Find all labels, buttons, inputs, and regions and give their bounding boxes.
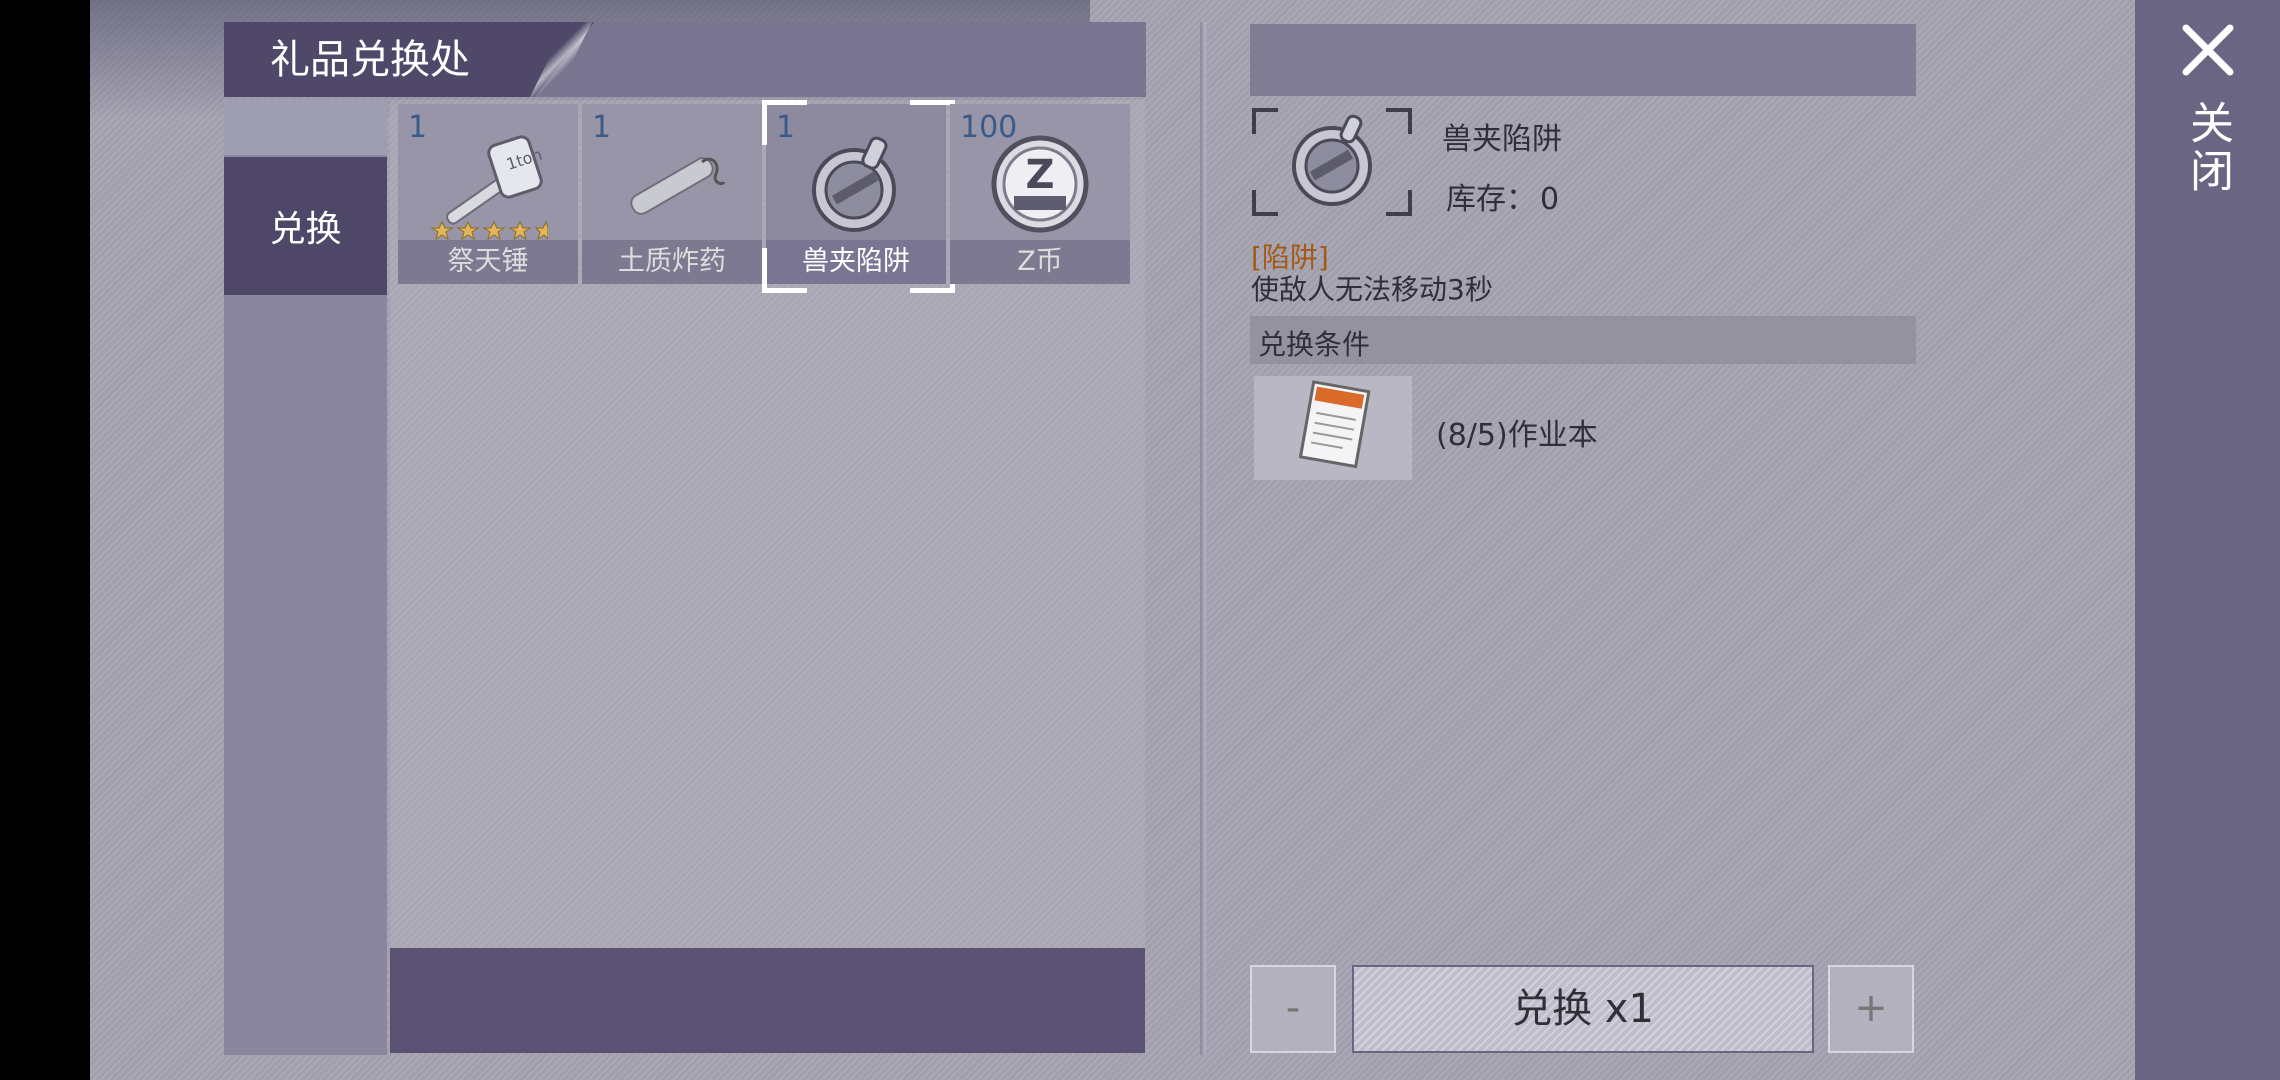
item-count: 1: [592, 110, 612, 145]
hammer-icon: 1ton: [430, 135, 548, 241]
z-coin-icon: Z: [991, 135, 1089, 233]
condition-header: 兑换条件: [1250, 316, 1916, 364]
condition-title: 兑换条件: [1258, 328, 1371, 361]
side-tab-spacer: [224, 100, 387, 155]
detail-stock: 库存： 0: [1442, 174, 1559, 218]
item-slot[interactable]: 1 土质炸药: [582, 104, 762, 284]
detail-item-frame: [1252, 108, 1412, 216]
detail-item-name: 兽夹陷阱: [1442, 122, 1562, 157]
selection-corner: [910, 100, 955, 145]
close-panel[interactable]: 关闭: [2135, 0, 2280, 1080]
close-label[interactable]: 关闭: [2182, 100, 2233, 196]
selection-corner: [762, 100, 807, 145]
svg-text:Z: Z: [1025, 152, 1054, 198]
exchange-button[interactable]: 兑换 x1: [1352, 965, 1814, 1053]
grid-bottom-bar: [390, 948, 1145, 1053]
item-slot[interactable]: 100 Z Z币: [950, 104, 1130, 284]
close-icon[interactable]: [2180, 22, 2236, 78]
condition-item: [1254, 376, 1412, 480]
panel-divider: [1200, 22, 1206, 1055]
dynamite-icon: [630, 157, 726, 215]
condition-text: (8/5)作业本: [1436, 418, 1598, 453]
selection-corner: [762, 248, 807, 293]
bear-trap-icon: [1292, 114, 1372, 206]
stock-label: 库存：: [1446, 182, 1536, 217]
item-name: Z币: [950, 240, 1130, 284]
item-count: 1: [408, 110, 428, 145]
increase-button[interactable]: +: [1828, 965, 1914, 1053]
item-name: 祭天锤: [398, 240, 578, 284]
bear-trap-icon: [812, 136, 896, 232]
stock-value: 0: [1540, 182, 1560, 217]
item-slot[interactable]: 1 1ton 祭天锤: [398, 104, 578, 284]
item-name: 土质炸药: [582, 240, 762, 284]
decrease-button[interactable]: -: [1250, 965, 1336, 1053]
detail-description: 使敌人无法移动3秒: [1251, 273, 1493, 306]
page-title: 礼品兑换处: [270, 37, 470, 83]
detail-header-bar: [1250, 24, 1916, 96]
tab-exchange[interactable]: 兑换: [224, 157, 387, 295]
selection-corner: [910, 248, 955, 293]
notebook-icon: [1298, 380, 1371, 469]
